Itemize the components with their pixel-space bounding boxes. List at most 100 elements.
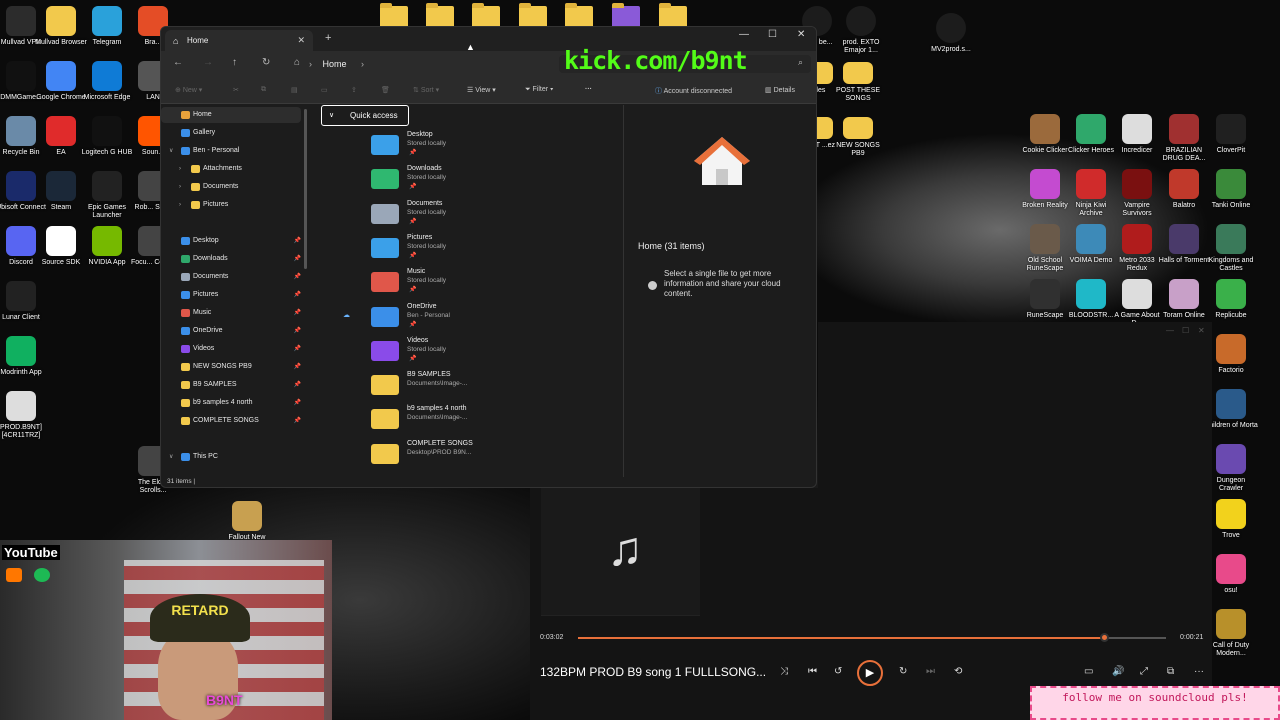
desktop-icon[interactable]: Halls of Torment: [1157, 224, 1211, 265]
rename-icon[interactable]: ▭: [321, 86, 328, 94]
up-icon[interactable]: ↑: [232, 57, 237, 68]
folder-icon[interactable]: [380, 3, 408, 28]
chevron-down-icon[interactable]: ∨: [169, 449, 173, 465]
folder-icon[interactable]: [426, 3, 454, 28]
quick-access-header[interactable]: ∨ Quick access: [321, 105, 409, 126]
more-options-button[interactable]: ···: [585, 86, 592, 93]
list-item[interactable]: COMPLETE SONGS Desktop\PROD B9N...: [371, 440, 571, 470]
desktop-icon[interactable]: Replicube: [1204, 279, 1258, 320]
desktop-icon[interactable]: CloverPit: [1204, 114, 1258, 155]
desktop-icon[interactable]: Trove: [1204, 499, 1258, 540]
desktop-icon[interactable]: Kingdoms and Castles: [1204, 224, 1258, 273]
desktop-icon[interactable]: Metro 2033 Redux: [1110, 224, 1164, 273]
chevron-down-icon[interactable]: ∨: [169, 143, 173, 159]
maximize-icon[interactable]: ☐: [1182, 326, 1189, 335]
details-button[interactable]: ▥ Details: [765, 86, 795, 94]
chevron-right-icon[interactable]: ›: [179, 161, 181, 177]
desktop-icon[interactable]: Incredicer: [1110, 114, 1164, 155]
folder-icon[interactable]: [565, 3, 593, 28]
folder-icon[interactable]: [472, 3, 500, 28]
sidebar-item[interactable]: › Attachments: [161, 161, 301, 177]
list-item[interactable]: Music Stored locally 📌: [371, 268, 571, 298]
rewind-icon[interactable]: ↺: [834, 666, 842, 677]
desktop-icon[interactable]: Call of Duty Modern...: [1204, 609, 1258, 658]
breadcrumb[interactable]: › Home ›: [299, 55, 549, 73]
folder-icon[interactable]: [612, 3, 640, 28]
play-button[interactable]: ▶: [857, 660, 883, 686]
desktop-icon[interactable]: Children of Morta: [1204, 389, 1258, 430]
sort-button[interactable]: ⇅ Sort ▾: [413, 86, 439, 94]
sidebar-item[interactable]: Gallery: [161, 125, 301, 141]
list-item[interactable]: Videos Stored locally 📌: [371, 337, 571, 367]
seek-knob[interactable]: [1100, 633, 1110, 642]
sidebar-item[interactable]: B9 SAMPLES 📌: [161, 377, 301, 393]
sidebar-item[interactable]: › Pictures: [161, 197, 301, 213]
close-icon[interactable]: ✕: [1198, 326, 1205, 335]
close-icon[interactable]: ✕: [797, 29, 805, 40]
next-icon[interactable]: ⏭: [926, 666, 935, 677]
account-status[interactable]: ⓘ Account disconnected: [655, 86, 732, 96]
desktop-icon[interactable]: Tanki Online: [1204, 169, 1258, 210]
sidebar-scrollbar[interactable]: [304, 109, 307, 269]
desktop-icon[interactable]: Lunar Client: [0, 281, 48, 322]
sidebar-item[interactable]: › Documents: [161, 179, 301, 195]
sidebar-item[interactable]: b9 samples 4 north 📌: [161, 395, 301, 411]
desktop-icon[interactable]: MV2prod.s...: [924, 13, 978, 54]
list-item[interactable]: OneDrive Ben - Personal 📌: [371, 303, 571, 333]
view-button[interactable]: ☰ View ▾: [467, 86, 496, 94]
volume-icon[interactable]: 🔊: [1112, 666, 1124, 677]
sidebar-item[interactable]: NEW SONGS PB9 📌: [161, 359, 301, 375]
minimize-icon[interactable]: —: [739, 29, 749, 40]
back-icon[interactable]: ←: [173, 57, 183, 68]
more-icon[interactable]: ···: [1194, 666, 1204, 677]
cut-icon[interactable]: ✂: [233, 86, 239, 94]
desktop-icon[interactable]: Dungeon Crawler: [1204, 444, 1258, 493]
folder-icon[interactable]: [519, 3, 547, 28]
miniplayer-icon[interactable]: ▭: [1084, 666, 1093, 677]
sidebar-item[interactable]: Home: [161, 107, 301, 123]
sidebar-item[interactable]: Music 📌: [161, 305, 301, 321]
copy-icon[interactable]: ⧉: [261, 86, 266, 94]
sidebar-item[interactable]: Pictures 📌: [161, 287, 301, 303]
desktop-icon[interactable]: prod. EXTO Emajor 1...: [834, 6, 888, 55]
sidebar-item[interactable]: ∨ This PC: [161, 449, 301, 465]
sidebar-item[interactable]: Downloads 📌: [161, 251, 301, 267]
sidebar-item[interactable]: COMPLETE SONGS 📌: [161, 413, 301, 429]
cast-icon[interactable]: ⧉: [1167, 666, 1174, 677]
desktop-icon[interactable]: Balatro: [1157, 169, 1211, 210]
previous-icon[interactable]: ⏮: [808, 666, 817, 677]
fullscreen-icon[interactable]: ⤢: [1140, 666, 1148, 677]
desktop-icon[interactable]: Vampire Survivors: [1110, 169, 1164, 218]
desktop-icon[interactable]: A Game About D...: [1110, 279, 1164, 328]
shuffle-icon[interactable]: ⤨: [780, 666, 788, 677]
minimize-icon[interactable]: —: [1166, 326, 1174, 335]
forward-icon[interactable]: ↻: [899, 666, 907, 677]
list-item[interactable]: Pictures Stored locally 📌: [371, 234, 571, 264]
filter-button[interactable]: ⏷ Filter ▾: [525, 86, 553, 94]
share-icon[interactable]: ⇪: [351, 86, 357, 94]
desktop-icon[interactable]: Modrinth App: [0, 336, 48, 377]
repeat-off-icon[interactable]: ⟲: [954, 666, 962, 677]
paste-icon[interactable]: ▤: [291, 86, 298, 94]
chevron-right-icon[interactable]: ›: [179, 179, 181, 195]
folder-icon[interactable]: [659, 3, 687, 28]
maximize-icon[interactable]: ☐: [768, 29, 777, 40]
refresh-icon[interactable]: ↻: [262, 57, 270, 68]
list-item[interactable]: Documents Stored locally 📌: [371, 200, 571, 230]
desktop-icon[interactable]: Factorio: [1204, 334, 1258, 375]
list-item[interactable]: Desktop Stored locally 📌: [371, 131, 571, 161]
forward-icon[interactable]: →: [203, 57, 213, 68]
list-item[interactable]: b9 samples 4 north Documents\Image-...: [371, 405, 571, 435]
breadcrumb-home[interactable]: Home: [323, 59, 347, 69]
sidebar-item[interactable]: Desktop 📌: [161, 233, 301, 249]
new-button[interactable]: ⊕ New ▾: [175, 86, 202, 94]
desktop-icon[interactable]: osu!: [1204, 554, 1258, 595]
tab-home[interactable]: ⌂ Home ✕: [165, 30, 313, 51]
desktop-icon[interactable]: Toram Online: [1157, 279, 1211, 320]
desktop-icon[interactable]: BRAZILIAN DRUG DEA...: [1157, 114, 1211, 163]
chevron-right-icon[interactable]: ›: [179, 197, 181, 213]
sidebar-item[interactable]: Videos 📌: [161, 341, 301, 357]
delete-icon[interactable]: 🗑: [381, 86, 390, 94]
new-tab-button[interactable]: +: [325, 32, 331, 44]
desktop-icon[interactable]: PROD.B9NT] [4CR11TRZ]: [0, 391, 48, 440]
